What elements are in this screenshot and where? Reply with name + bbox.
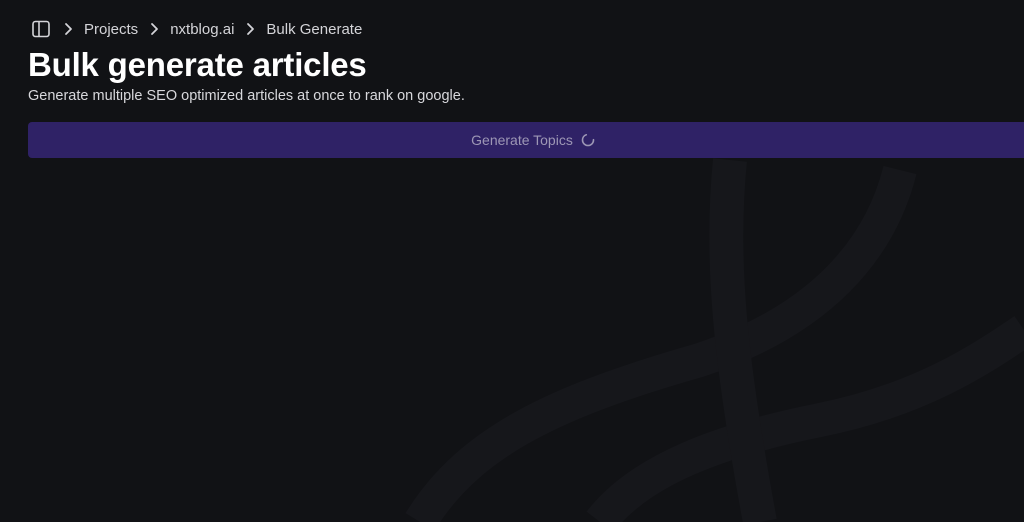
page-title: Bulk generate articles [28, 46, 367, 83]
chevron-right-icon [244, 22, 258, 36]
chevron-right-icon [62, 22, 76, 36]
page-subtitle: Generate multiple SEO optimized articles… [28, 88, 465, 104]
spinner-icon [581, 133, 595, 147]
breadcrumb-project-name[interactable]: nxtblog.ai [170, 21, 234, 38]
sidebar-toggle-icon[interactable] [30, 18, 52, 40]
breadcrumb: Projects nxtblog.ai Bulk Generate [30, 17, 362, 41]
bulk-generate-page: Projects nxtblog.ai Bulk Generate Bulk g… [0, 0, 1024, 522]
generate-topics-button[interactable]: Generate Topics [28, 122, 1024, 158]
chevron-right-icon [148, 22, 162, 36]
breadcrumb-projects[interactable]: Projects [84, 21, 138, 38]
breadcrumb-current-page: Bulk Generate [266, 20, 363, 38]
generate-topics-label: Generate Topics [471, 132, 573, 148]
